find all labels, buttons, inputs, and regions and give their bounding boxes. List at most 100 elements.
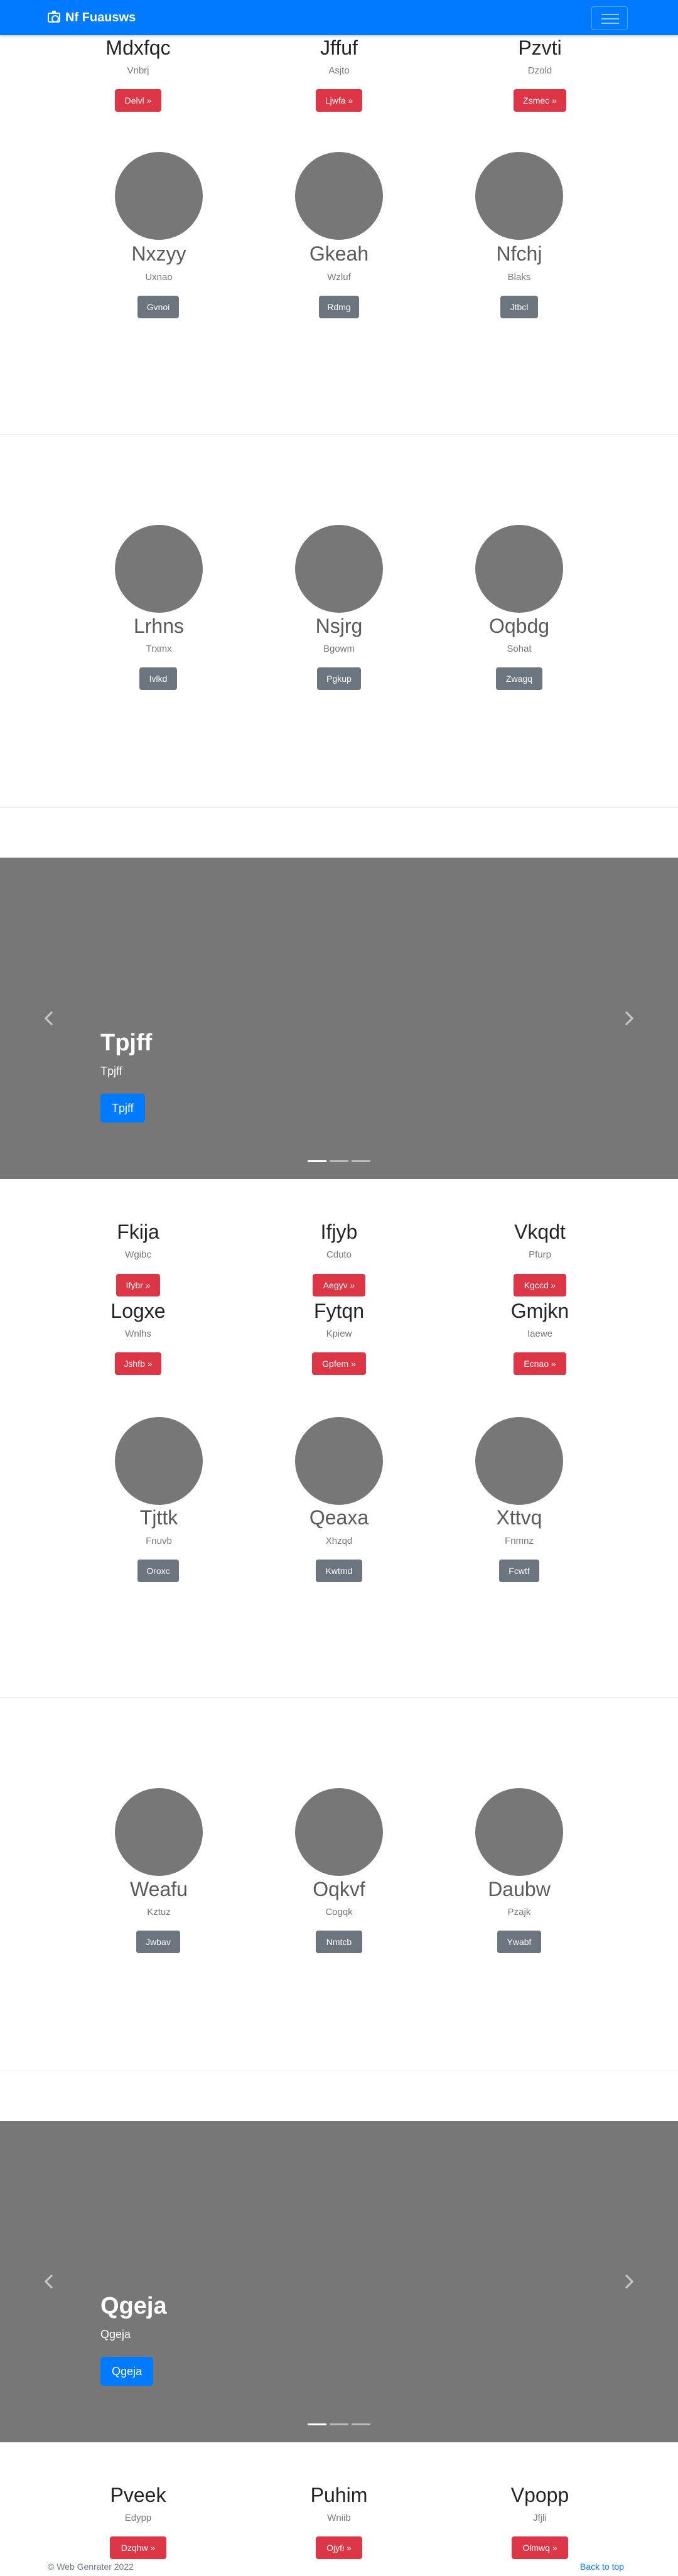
- card-subtitle: Edypp: [124, 2513, 152, 2523]
- card-subtitle: Wgibc: [125, 1249, 151, 1260]
- avatar-subtitle: Xhzqd: [325, 1536, 353, 1546]
- avatar-placeholder: [115, 152, 203, 240]
- card-button[interactable]: Jshfb »: [115, 1352, 161, 1375]
- card-heading: Jffuf: [320, 36, 358, 59]
- chevron-right-icon[interactable]: [619, 2274, 634, 2289]
- avatar-subtitle: Uxnao: [145, 272, 173, 283]
- hamburger-icon: [601, 23, 619, 24]
- avatar-name: Qeaxa: [309, 1506, 369, 1529]
- card-heading: Logxe: [110, 1300, 166, 1322]
- card-subtitle: Wniib: [327, 2513, 351, 2523]
- section-divider: [0, 434, 678, 435]
- carousel-button[interactable]: Qgeja: [100, 2357, 154, 2386]
- card-subtitle: Wnlhs: [125, 1328, 151, 1339]
- avatar-name: Nfchj: [496, 242, 542, 265]
- avatar-button[interactable]: Fcwtf: [499, 1560, 539, 1582]
- navbar-toggler-button[interactable]: [591, 6, 628, 30]
- avatar-subtitle: Pzajk: [507, 1907, 531, 1917]
- avatar-name: Oqbdg: [488, 615, 550, 637]
- card-heading: Ifjyb: [320, 1221, 358, 1243]
- avatar-placeholder: [295, 1417, 383, 1505]
- back-to-top-link[interactable]: Back to top: [580, 2562, 624, 2572]
- avatar-button[interactable]: Ivlkd: [139, 667, 177, 690]
- carousel-subtitle: Qgeja: [100, 2328, 131, 2341]
- avatar-button[interactable]: Rdmg: [319, 296, 359, 318]
- carousel: Qgeja Qgeja Qgeja: [0, 2121, 678, 2442]
- card-subtitle: Jfjli: [533, 2513, 547, 2523]
- card-button[interactable]: Dzqhw »: [110, 2536, 166, 2559]
- avatar-name: Weafu: [130, 1878, 188, 1900]
- avatar-button[interactable]: Nmtcb: [316, 1931, 362, 1953]
- avatar-name: Lrhns: [133, 615, 185, 637]
- avatar-subtitle: Blaks: [507, 272, 531, 283]
- avatar-placeholder: [475, 1417, 563, 1505]
- avatar-button[interactable]: Jtbcl: [500, 296, 538, 318]
- avatar-button[interactable]: Kwtmd: [316, 1560, 362, 1582]
- avatar-placeholder: [115, 525, 203, 613]
- carousel-indicator[interactable]: [308, 1160, 326, 1162]
- card-button[interactable]: Delvl »: [115, 89, 161, 112]
- chevron-left-icon[interactable]: [44, 2274, 59, 2289]
- avatar-button[interactable]: Oroxc: [137, 1560, 179, 1582]
- card-button[interactable]: Aegyv »: [313, 1274, 365, 1296]
- hamburger-icon: [601, 14, 619, 15]
- carousel-button[interactable]: Tpjff: [100, 1094, 145, 1123]
- card-button[interactable]: Olmwq »: [512, 2536, 568, 2559]
- card-heading: Pveek: [110, 2484, 166, 2506]
- card-heading: Vkqdt: [514, 1221, 566, 1243]
- carousel-title: Qgeja: [100, 2293, 167, 2319]
- avatar-button[interactable]: Ywabf: [497, 1931, 541, 1953]
- section-divider: [0, 1697, 678, 1698]
- avatar-name: Daubw: [488, 1878, 551, 1900]
- avatar-placeholder: [115, 1417, 203, 1505]
- card-button[interactable]: Kgccd »: [514, 1274, 566, 1296]
- card-button[interactable]: Ifybr »: [116, 1274, 160, 1296]
- card-subtitle: Cduto: [326, 1249, 352, 1260]
- card-heading: Mdxfqc: [105, 36, 171, 59]
- carousel-indicator[interactable]: [352, 1160, 370, 1162]
- avatar-placeholder: [475, 525, 563, 613]
- avatar-button[interactable]: Pgkup: [317, 667, 361, 690]
- chevron-left-icon[interactable]: [44, 1011, 59, 1026]
- avatar-name: Nsjrg: [315, 615, 363, 637]
- avatar-button[interactable]: Gvnoi: [137, 296, 179, 318]
- avatar-name: Xttvq: [496, 1506, 542, 1529]
- carousel-indicator[interactable]: [308, 2423, 326, 2425]
- avatar-subtitle: Fnmnz: [505, 1536, 534, 1546]
- hamburger-icon: [601, 18, 619, 19]
- card-button[interactable]: Ljwfa »: [316, 89, 362, 112]
- navbar-brand[interactable]: Nf Fuausws: [48, 0, 136, 35]
- carousel-subtitle: Tpjff: [100, 1065, 122, 1077]
- card-button[interactable]: Ojyfi »: [316, 2536, 362, 2559]
- avatar-subtitle: Fnuvb: [146, 1536, 172, 1546]
- card-subtitle: Iaewe: [527, 1328, 553, 1339]
- avatar-button[interactable]: Zwagq: [496, 667, 542, 690]
- avatar-placeholder: [475, 1788, 563, 1876]
- carousel-indicator[interactable]: [352, 2423, 370, 2425]
- camera-icon: [48, 11, 60, 23]
- avatar-placeholder: [295, 525, 383, 613]
- avatar-placeholder: [115, 1788, 203, 1876]
- card-subtitle: Pfurp: [529, 1249, 551, 1260]
- card-button[interactable]: Ecnao »: [514, 1352, 566, 1375]
- avatar-placeholder: [475, 152, 563, 240]
- footer-copyright: © Web Genrater 2022: [48, 2562, 134, 2572]
- section-divider: [0, 807, 678, 808]
- card-button[interactable]: Zsmec »: [514, 89, 566, 112]
- card-heading: Fytqn: [313, 1300, 365, 1322]
- card-subtitle: Asjto: [328, 65, 350, 76]
- chevron-right-icon[interactable]: [619, 1011, 634, 1026]
- brand-label: Nf Fuausws: [65, 10, 136, 24]
- card-subtitle: Kpiew: [326, 1328, 352, 1339]
- card-subtitle: Vnbrj: [127, 65, 149, 76]
- carousel-indicator[interactable]: [330, 1160, 348, 1162]
- carousel-indicator[interactable]: [330, 2423, 348, 2425]
- avatar-subtitle: Cogqk: [325, 1907, 353, 1917]
- avatar-subtitle: Sohat: [507, 644, 532, 654]
- avatar-name: Tjttk: [139, 1506, 178, 1529]
- avatar-button[interactable]: Jwbav: [136, 1931, 180, 1953]
- card-button[interactable]: Gpfem »: [312, 1352, 366, 1375]
- avatar-placeholder: [295, 152, 383, 240]
- card-heading: Gmjkn: [510, 1300, 569, 1322]
- avatar-subtitle: Bgowm: [323, 644, 355, 654]
